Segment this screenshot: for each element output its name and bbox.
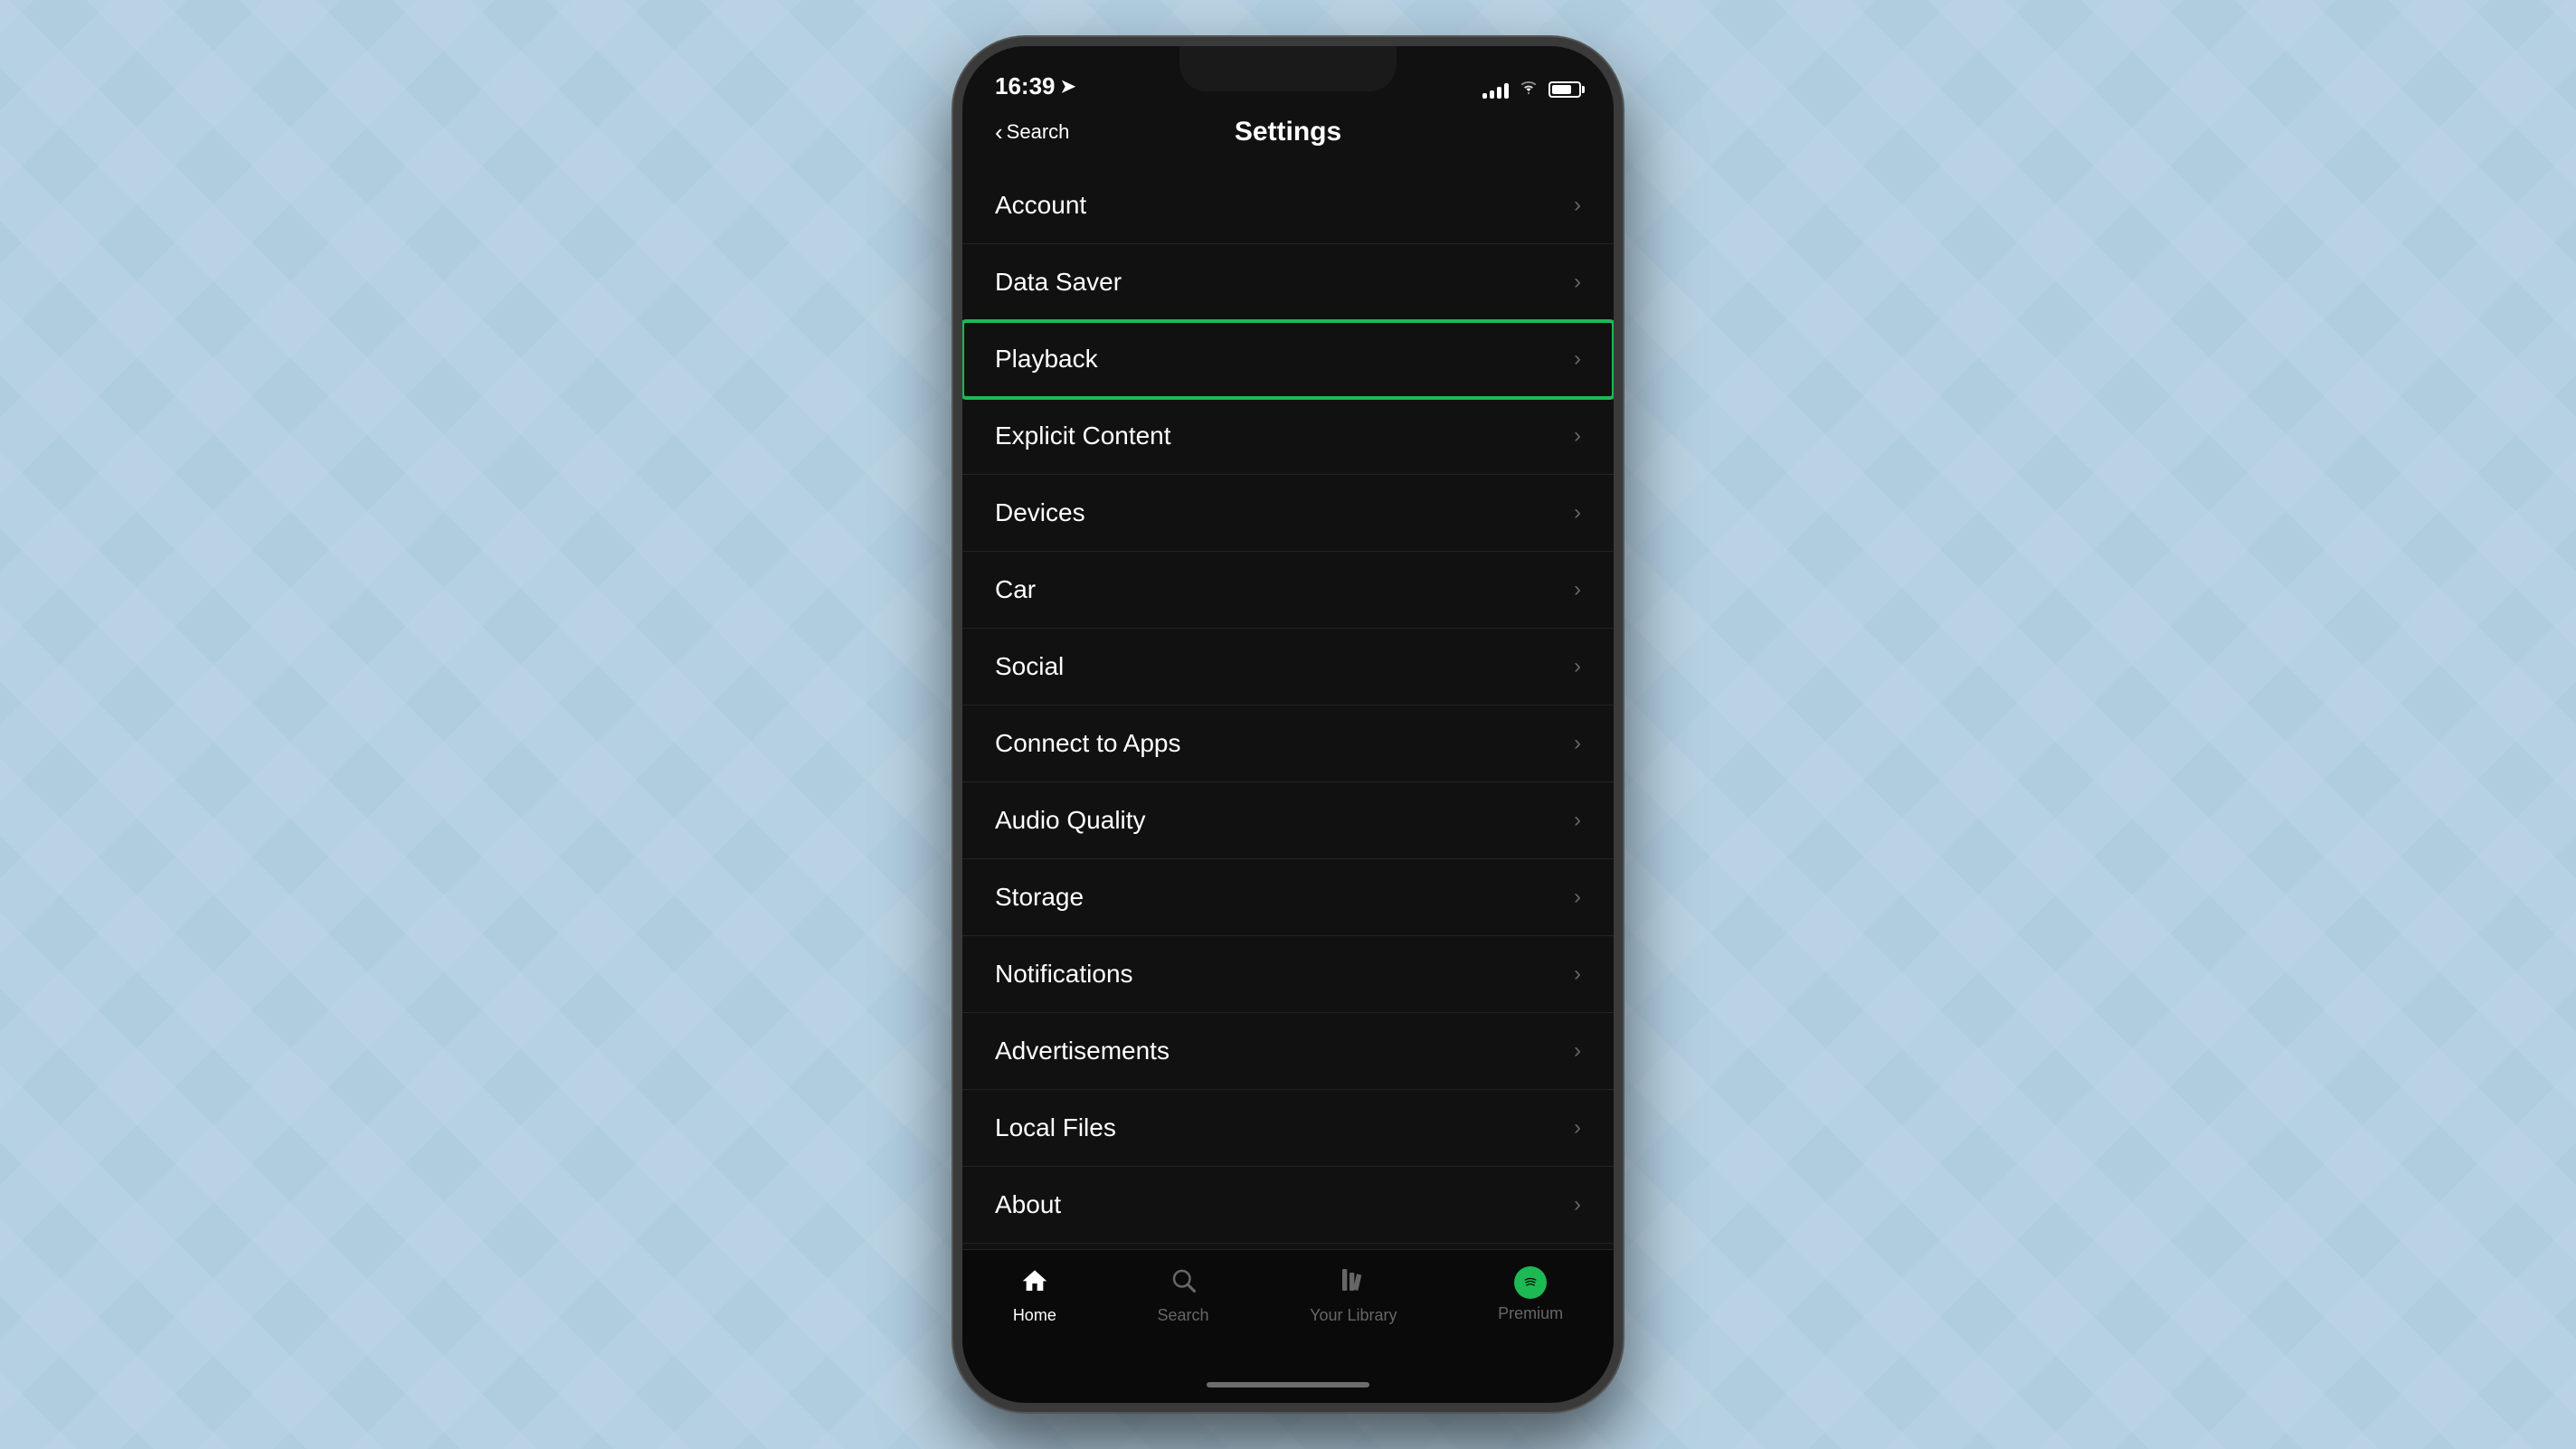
settings-item-label: Car — [995, 575, 1036, 604]
tab-premium-label: Premium — [1498, 1304, 1563, 1323]
tab-search-label: Search — [1157, 1306, 1208, 1325]
chevron-right-icon: › — [1574, 961, 1581, 987]
notch — [1179, 46, 1397, 91]
chevron-right-icon: › — [1574, 1192, 1581, 1217]
chevron-right-icon: › — [1574, 654, 1581, 679]
back-label: Search — [1007, 120, 1070, 144]
settings-item-label: Storage — [995, 883, 1084, 912]
tab-library-label: Your Library — [1310, 1306, 1397, 1325]
chevron-right-icon: › — [1574, 270, 1581, 295]
status-right — [1482, 79, 1581, 100]
settings-item-audio-quality[interactable]: Audio Quality › — [962, 782, 1614, 859]
settings-item-label: About — [995, 1190, 1061, 1219]
battery-icon — [1548, 81, 1581, 98]
tab-bar: Home Search — [962, 1249, 1614, 1367]
settings-item-label: Social — [995, 652, 1064, 681]
chevron-right-icon: › — [1574, 346, 1581, 372]
chevron-right-icon: › — [1574, 500, 1581, 526]
settings-item-label: Audio Quality — [995, 806, 1146, 835]
spotify-premium-icon — [1514, 1266, 1547, 1299]
settings-item-label: Notifications — [995, 960, 1133, 989]
settings-item-connect-to-apps[interactable]: Connect to Apps › — [962, 706, 1614, 782]
phone-body: 16:39 ➤ — [953, 37, 1623, 1412]
settings-content: Account › Data Saver › Playback › Explic… — [962, 158, 1614, 1249]
tab-your-library[interactable]: Your Library — [1310, 1266, 1397, 1325]
signal-bar-2 — [1490, 90, 1494, 99]
settings-item-storage[interactable]: Storage › — [962, 859, 1614, 936]
tab-home-label: Home — [1013, 1306, 1056, 1325]
settings-item-about[interactable]: About › — [962, 1167, 1614, 1244]
settings-item-playback[interactable]: Playback › — [962, 321, 1614, 398]
settings-item-label: Local Files — [995, 1113, 1116, 1142]
tab-search[interactable]: Search — [1157, 1266, 1208, 1325]
settings-item-car[interactable]: Car › — [962, 552, 1614, 629]
settings-item-social[interactable]: Social › — [962, 629, 1614, 706]
settings-list: Account › Data Saver › Playback › Explic… — [962, 158, 1614, 1249]
back-chevron-icon: ‹ — [995, 118, 1003, 147]
home-bar — [1207, 1382, 1369, 1387]
signal-bars — [1482, 80, 1509, 99]
search-icon — [1170, 1266, 1197, 1301]
signal-bar-1 — [1482, 93, 1487, 99]
chevron-right-icon: › — [1574, 1038, 1581, 1064]
settings-item-label: Connect to Apps — [995, 729, 1180, 758]
settings-item-advertisements[interactable]: Advertisements › — [962, 1013, 1614, 1090]
status-time: 16:39 — [995, 72, 1056, 100]
back-button[interactable]: ‹ Search — [995, 118, 1069, 147]
settings-item-label: Account — [995, 191, 1086, 220]
signal-bar-3 — [1497, 87, 1501, 99]
settings-item-label: Devices — [995, 498, 1085, 527]
home-indicator — [962, 1367, 1614, 1403]
library-icon — [1339, 1266, 1368, 1301]
settings-item-explicit-content[interactable]: Explicit Content › — [962, 398, 1614, 475]
settings-item-label: Advertisements — [995, 1037, 1170, 1065]
nav-bar: ‹ Search Settings — [962, 109, 1614, 158]
settings-item-label: Explicit Content — [995, 421, 1171, 450]
page-title: Settings — [1235, 117, 1341, 147]
signal-bar-4 — [1504, 83, 1509, 99]
settings-item-label: Playback — [995, 345, 1098, 374]
settings-item-notifications[interactable]: Notifications › — [962, 936, 1614, 1013]
tab-premium[interactable]: Premium — [1498, 1266, 1563, 1323]
tab-home[interactable]: Home — [1013, 1266, 1056, 1325]
chevron-right-icon: › — [1574, 808, 1581, 833]
chevron-right-icon: › — [1574, 1115, 1581, 1141]
settings-item-data-saver[interactable]: Data Saver › — [962, 244, 1614, 321]
location-icon: ➤ — [1061, 75, 1076, 98]
settings-item-account[interactable]: Account › — [962, 167, 1614, 244]
settings-item-devices[interactable]: Devices › — [962, 475, 1614, 552]
home-icon — [1020, 1266, 1049, 1301]
settings-item-local-files[interactable]: Local Files › — [962, 1090, 1614, 1167]
chevron-right-icon: › — [1574, 885, 1581, 910]
chevron-right-icon: › — [1574, 193, 1581, 218]
chevron-right-icon: › — [1574, 577, 1581, 602]
chevron-right-icon: › — [1574, 731, 1581, 756]
settings-item-label: Data Saver — [995, 268, 1122, 297]
chevron-right-icon: › — [1574, 423, 1581, 449]
wifi-icon — [1518, 79, 1539, 100]
